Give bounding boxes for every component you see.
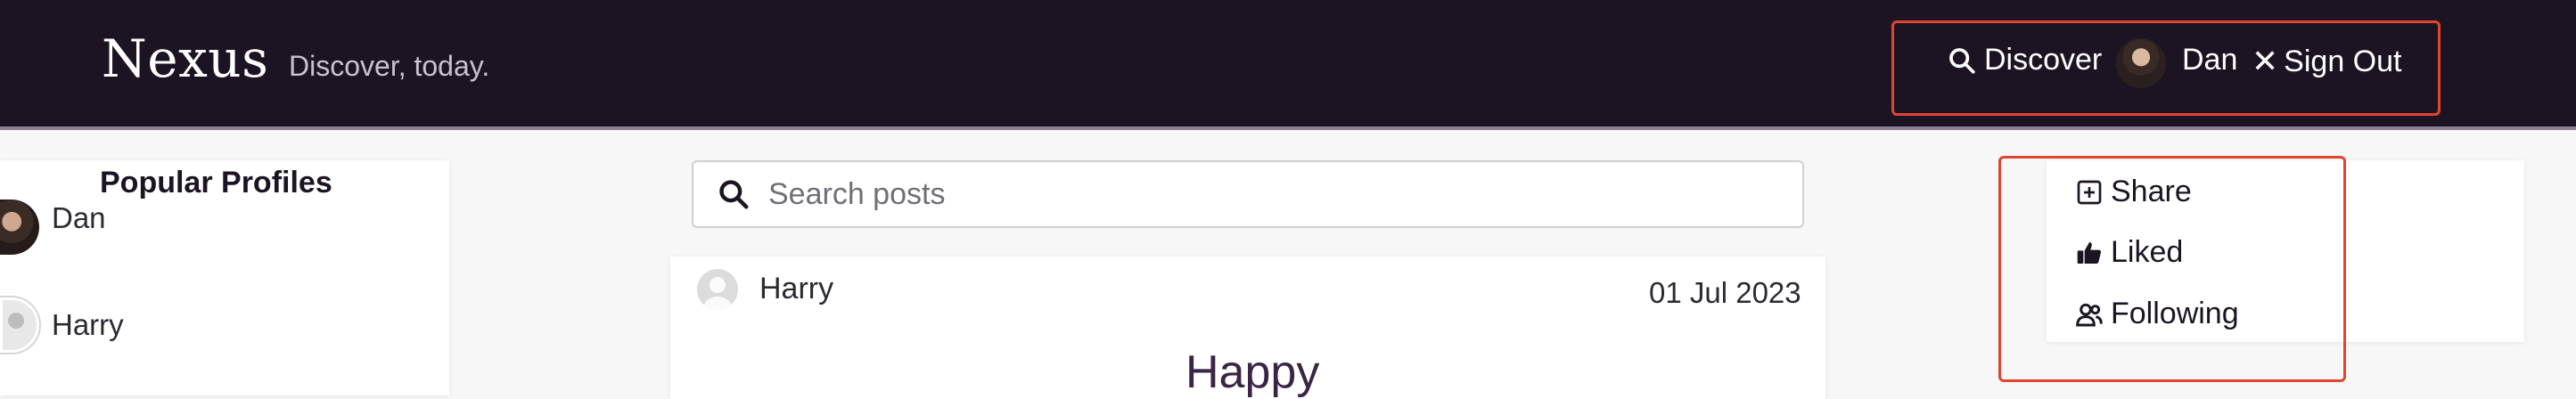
nav-discover-label: Discover: [1984, 43, 2103, 77]
profile-item-dan[interactable]: Dan: [0, 200, 106, 255]
menu-item-share[interactable]: Share: [2075, 175, 2192, 209]
menu-item-label: Share: [2111, 175, 2192, 208]
post-date: 01 Jul 2023: [1649, 276, 1801, 309]
popular-profiles-title: Popular Profiles: [100, 166, 332, 200]
menu-item-label: Following: [2111, 297, 2239, 330]
avatar[interactable]: [697, 269, 738, 310]
menu-item-label: Liked: [2111, 235, 2184, 269]
sign-out-link[interactable]: ✕ Sign Out: [2252, 43, 2401, 80]
menu-item-following[interactable]: Following: [2075, 297, 2239, 331]
search-input[interactable]: [768, 176, 1749, 212]
user-avatar[interactable]: [2116, 38, 2166, 88]
avatar: [0, 200, 39, 255]
search-icon: [719, 180, 749, 209]
nav-user-name[interactable]: Dan: [2182, 43, 2237, 77]
plus-square-icon: [2077, 180, 2102, 204]
avatar: [0, 297, 39, 353]
brand-tagline: Discover, today.: [289, 50, 490, 82]
post-body-text: Happy: [1185, 346, 1320, 398]
post-author[interactable]: Harry: [759, 272, 833, 306]
users-icon: [2076, 303, 2103, 326]
profile-name: Harry: [52, 308, 124, 341]
search-bar[interactable]: [692, 160, 1804, 228]
profile-name: Dan: [52, 201, 106, 234]
thumbs-up-icon: [2077, 241, 2102, 264]
nav-discover-link[interactable]: Discover: [1947, 43, 2102, 77]
sign-out-label: Sign Out: [2284, 44, 2402, 78]
search-icon: [1949, 47, 1975, 74]
close-icon: ✕: [2252, 43, 2279, 79]
brand-logo[interactable]: Nexus: [102, 28, 268, 89]
profile-item-harry[interactable]: Harry: [0, 297, 124, 353]
menu-item-liked[interactable]: Liked: [2075, 235, 2183, 270]
